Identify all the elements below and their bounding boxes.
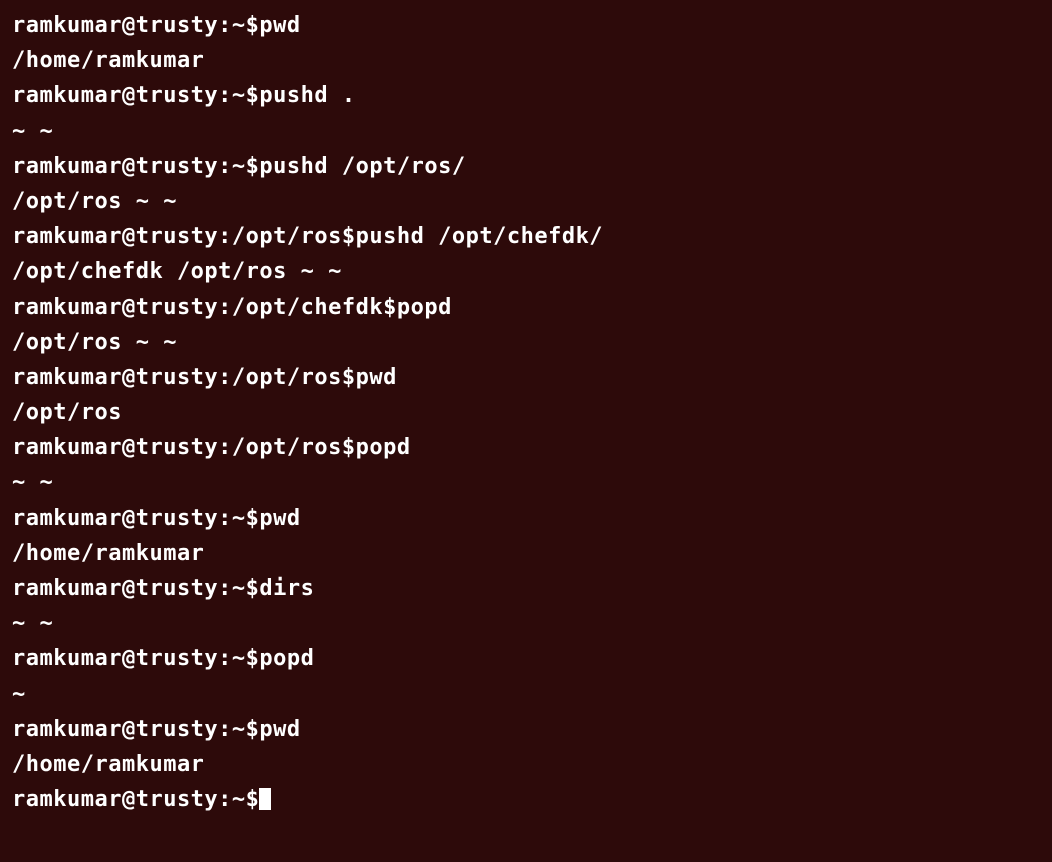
shell-output: /home/ramkumar: [12, 541, 204, 566]
shell-prompt: ramkumar@trusty:~$: [12, 13, 259, 38]
shell-prompt: ramkumar@trusty:/opt/chefdk$: [12, 295, 397, 320]
shell-output: ~ ~: [12, 611, 53, 636]
terminal-line: /home/ramkumar: [12, 747, 1040, 782]
shell-output: /opt/ros ~ ~: [12, 189, 177, 214]
terminal-line: ~ ~: [12, 114, 1040, 149]
shell-command: pwd: [259, 717, 300, 742]
shell-output: /opt/chefdk /opt/ros ~ ~: [12, 259, 342, 284]
terminal-line: ramkumar@trusty:~$pwd: [12, 712, 1040, 747]
shell-prompt: ramkumar@trusty:~$: [12, 576, 259, 601]
terminal-line: ramkumar@trusty:~$pushd /opt/ros/: [12, 149, 1040, 184]
shell-command: pwd: [259, 13, 300, 38]
shell-prompt: ramkumar@trusty:~$: [12, 154, 259, 179]
terminal-line: ramkumar@trusty:/opt/ros$popd: [12, 430, 1040, 465]
shell-command: pushd /opt/chefdk/: [356, 224, 603, 249]
terminal-line: ~ ~: [12, 606, 1040, 641]
shell-output: ~ ~: [12, 470, 53, 495]
terminal-line: ramkumar@trusty:~$dirs: [12, 571, 1040, 606]
terminal-line: ramkumar@trusty:~$pushd .: [12, 78, 1040, 113]
terminal-line: ramkumar@trusty:/opt/ros$pushd /opt/chef…: [12, 219, 1040, 254]
terminal-line: /opt/ros: [12, 395, 1040, 430]
terminal-line: ramkumar@trusty:/opt/chefdk$popd: [12, 290, 1040, 325]
shell-command: popd: [356, 435, 411, 460]
shell-command: dirs: [259, 576, 314, 601]
shell-command: pwd: [356, 365, 397, 390]
shell-command: popd: [259, 646, 314, 671]
shell-command: popd: [397, 295, 452, 320]
terminal-line: /opt/ros ~ ~: [12, 184, 1040, 219]
shell-output: /home/ramkumar: [12, 48, 204, 73]
shell-prompt: ramkumar@trusty:~$: [12, 506, 259, 531]
shell-command: pushd .: [259, 83, 355, 108]
terminal-output[interactable]: ramkumar@trusty:~$pwd/home/ramkumarramku…: [12, 8, 1040, 817]
shell-output: /home/ramkumar: [12, 752, 204, 777]
shell-command: pwd: [259, 506, 300, 531]
shell-prompt: ramkumar@trusty:~$: [12, 787, 259, 812]
terminal-line: ~: [12, 677, 1040, 712]
terminal-line: /opt/ros ~ ~: [12, 325, 1040, 360]
terminal-line: ramkumar@trusty:~$: [12, 782, 1040, 817]
shell-output: ~: [12, 682, 26, 707]
shell-prompt: ramkumar@trusty:/opt/ros$: [12, 224, 356, 249]
terminal-line: ramkumar@trusty:/opt/ros$pwd: [12, 360, 1040, 395]
terminal-line: ~ ~: [12, 465, 1040, 500]
terminal-line: /home/ramkumar: [12, 536, 1040, 571]
terminal-line: /opt/chefdk /opt/ros ~ ~: [12, 254, 1040, 289]
shell-prompt: ramkumar@trusty:/opt/ros$: [12, 365, 356, 390]
shell-command: pushd /opt/ros/: [259, 154, 465, 179]
shell-prompt: ramkumar@trusty:~$: [12, 83, 259, 108]
terminal-line: ramkumar@trusty:~$popd: [12, 641, 1040, 676]
shell-prompt: ramkumar@trusty:~$: [12, 717, 259, 742]
shell-output: ~ ~: [12, 119, 53, 144]
terminal-line: /home/ramkumar: [12, 43, 1040, 78]
terminal-line: ramkumar@trusty:~$pwd: [12, 8, 1040, 43]
cursor-block[interactable]: [259, 788, 271, 810]
shell-output: /opt/ros ~ ~: [12, 330, 177, 355]
shell-prompt: ramkumar@trusty:~$: [12, 646, 259, 671]
shell-prompt: ramkumar@trusty:/opt/ros$: [12, 435, 356, 460]
shell-output: /opt/ros: [12, 400, 122, 425]
terminal-line: ramkumar@trusty:~$pwd: [12, 501, 1040, 536]
